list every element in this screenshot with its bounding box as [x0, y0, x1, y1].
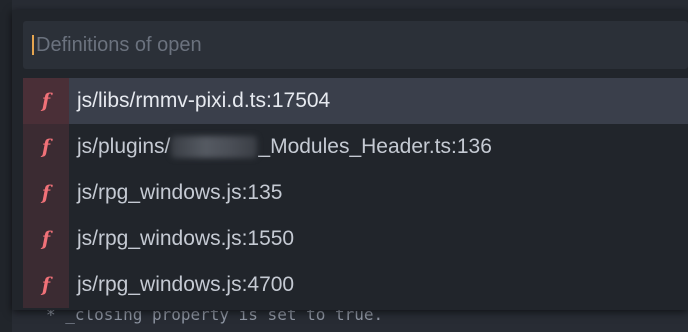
- result-label: js/libs/rmmv-pixi.d.ts:17504: [77, 89, 331, 112]
- function-icon: f: [23, 262, 69, 308]
- result-item[interactable]: f js/libs/rmmv-pixi.d.ts:17504: [23, 78, 688, 124]
- function-icon: f: [23, 124, 69, 170]
- editor-gutter: [0, 0, 12, 332]
- result-label: js/rpg_windows.js:1550: [77, 227, 295, 250]
- function-icon: f: [23, 216, 69, 262]
- result-item[interactable]: f js/rpg_windows.js:1550: [23, 216, 688, 262]
- search-box[interactable]: [23, 21, 688, 69]
- go-to-definition-panel: f js/libs/rmmv-pixi.d.ts:17504 f js/plug…: [12, 10, 688, 310]
- result-item[interactable]: f js/plugins/ _Modules_Header.ts:136: [23, 124, 688, 170]
- text-caret: [32, 35, 34, 55]
- result-label-suffix: _Modules_Header.ts:136: [258, 135, 492, 158]
- redacted-text: [171, 136, 258, 158]
- result-item[interactable]: f js/rpg_windows.js:135: [23, 170, 688, 216]
- search-input[interactable]: [36, 21, 676, 69]
- result-label: js/plugins/ _Modules_Header.ts:136: [77, 135, 492, 159]
- function-icon: f: [23, 78, 69, 124]
- function-icon: f: [23, 170, 69, 216]
- editor-window: * _closing property is set to true. f js…: [0, 0, 688, 332]
- result-label: js/rpg_windows.js:135: [77, 181, 283, 204]
- result-label: js/rpg_windows.js:4700: [77, 273, 295, 296]
- result-item[interactable]: f js/rpg_windows.js:4700: [23, 262, 688, 308]
- result-label-prefix: js/plugins/: [77, 135, 171, 158]
- results-list: f js/libs/rmmv-pixi.d.ts:17504 f js/plug…: [23, 78, 688, 308]
